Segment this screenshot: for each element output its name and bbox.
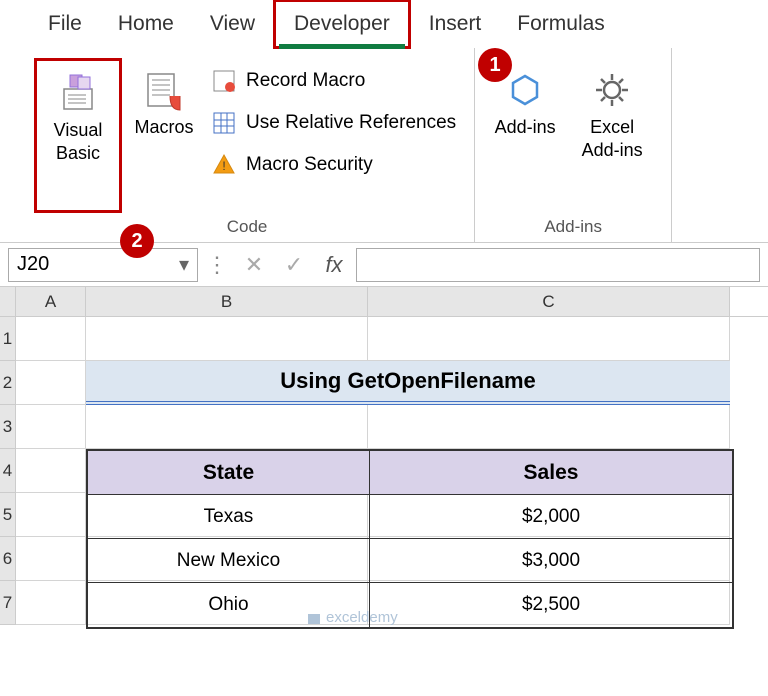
fx-button[interactable]: fx [316,248,352,282]
cell[interactable] [16,493,86,537]
callout-2: 2 [120,224,154,258]
addins-group-label: Add-ins [489,213,657,237]
row-header[interactable]: 4 [0,449,16,493]
relative-references-button[interactable]: Use Relative References [206,104,460,142]
row-header[interactable]: 6 [0,537,16,581]
ribbon-tabs: File Home View Developer Insert Formulas [0,0,768,48]
data-table: State Sales Texas $2,000 New Mexico $3,0… [86,449,734,629]
cell[interactable] [86,317,368,361]
tab-home[interactable]: Home [100,2,192,46]
formula-input[interactable] [356,248,760,282]
cell[interactable] [16,581,86,625]
watermark: exceldemy [306,609,398,626]
callout-1: 1 [478,48,512,82]
cell[interactable] [16,317,86,361]
warning-icon: ! [210,151,238,179]
tab-insert[interactable]: Insert [411,2,500,46]
table-cell[interactable]: $2,000 [370,495,732,539]
row-header[interactable]: 5 [0,493,16,537]
tab-file[interactable]: File [30,2,100,46]
tab-view[interactable]: View [192,2,273,46]
grid: 1 2 3 4 5 6 7 Using GetOpenFilename Stat… [0,317,768,625]
table-header-state[interactable]: State [88,451,370,495]
cell[interactable] [16,537,86,581]
cell[interactable] [368,405,730,449]
table-icon [210,109,238,137]
macros-icon [142,64,186,116]
macros-button[interactable]: Macros [128,58,200,213]
select-all-corner[interactable] [0,287,16,316]
column-header-a[interactable]: A [16,287,86,316]
table-cell[interactable]: New Mexico [88,539,370,583]
cell[interactable] [368,317,730,361]
tab-formulas[interactable]: Formulas [499,2,623,46]
table-cell[interactable]: $2,500 [370,583,732,627]
row-header[interactable]: 2 [0,361,16,405]
column-headers: A B C [0,287,768,317]
row-header[interactable]: 3 [0,405,16,449]
cell[interactable] [16,361,86,405]
cell[interactable] [16,405,86,449]
code-group-label: Code [34,213,460,237]
chevron-down-icon[interactable]: ▾ [179,252,189,277]
column-header-b[interactable]: B [86,287,368,316]
svg-text:!: ! [222,159,225,173]
tab-developer[interactable]: Developer [273,0,411,49]
column-header-c[interactable]: C [368,287,730,316]
visual-basic-icon [56,67,100,119]
cell[interactable] [16,449,86,493]
record-macro-icon [210,67,238,95]
cancel-button[interactable]: ✕ [236,248,272,282]
table-cell[interactable]: Texas [88,495,370,539]
formula-bar: J20 ▾ ⋮ ✕ ✓ fx [0,243,768,287]
table-cell[interactable]: $3,000 [370,539,732,583]
enter-button[interactable]: ✓ [276,248,312,282]
record-macro-button[interactable]: Record Macro [206,62,460,100]
excel-addins-button[interactable]: Excel Add-ins [567,58,657,213]
row-header[interactable]: 1 [0,317,16,361]
table-header-sales[interactable]: Sales [370,451,732,495]
visual-basic-button[interactable]: Visual Basic [34,58,122,213]
row-header[interactable]: 7 [0,581,16,625]
macro-security-button[interactable]: ! Macro Security [206,146,460,184]
merged-title-cell[interactable]: Using GetOpenFilename [86,361,730,405]
ribbon: Visual Basic Macros Record Macr [0,48,768,243]
more-icon[interactable]: ⋮ [202,252,232,278]
gear-icon [590,64,634,116]
name-box[interactable]: J20 ▾ [8,248,198,282]
cell[interactable] [86,405,368,449]
